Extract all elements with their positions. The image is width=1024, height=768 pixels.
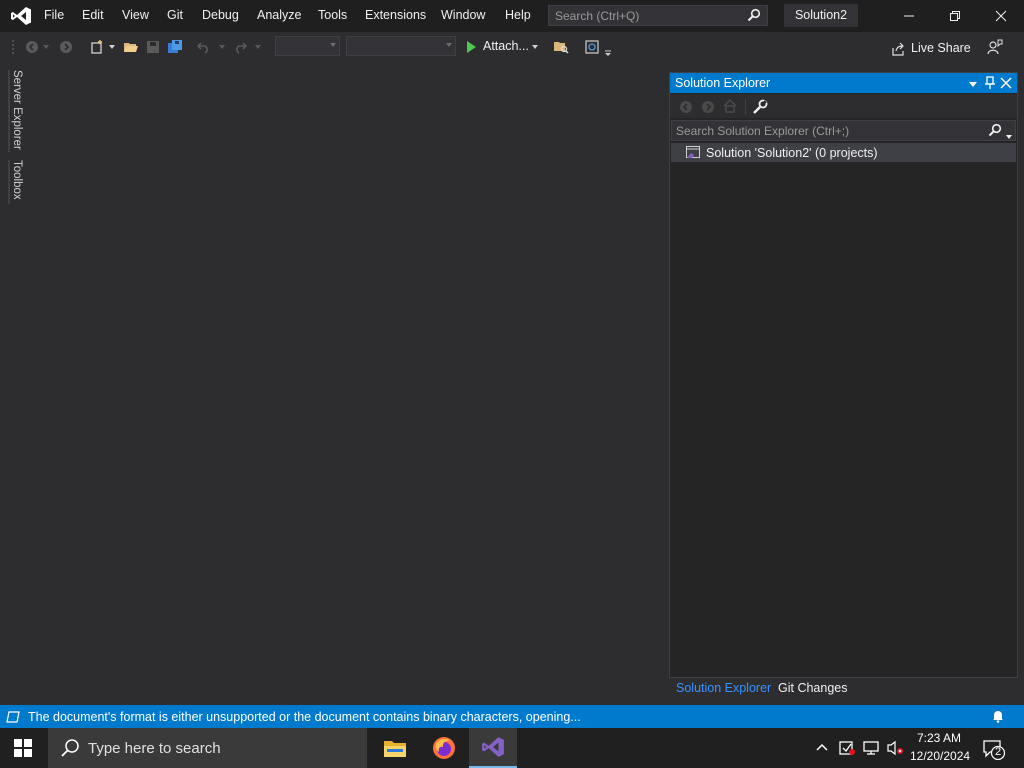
solution-name-badge: Solution2 [784,4,858,27]
file-explorer-icon[interactable] [371,728,419,768]
attach-button[interactable]: Attach... [483,39,529,53]
minimize-icon [904,15,914,17]
se-search-options-icon[interactable] [1006,128,1014,139]
network-icon[interactable] [862,740,880,756]
redo-icon[interactable] [232,38,248,56]
firefox-icon[interactable] [420,728,468,768]
minimize-button[interactable] [886,0,932,32]
open-file-icon[interactable] [122,38,140,56]
solution-explorer-search-input[interactable]: Search Solution Explorer (Ctrl+;) [671,120,1016,141]
save-icon[interactable] [145,38,161,56]
menu-help[interactable]: Help [505,8,531,22]
solution-file-icon [685,145,701,159]
restore-button[interactable] [932,0,978,32]
navigate-forward-icon[interactable] [58,38,74,56]
live-share-button[interactable]: Live Share [911,41,971,55]
panel-close-icon[interactable] [1000,77,1012,89]
menu-debug[interactable]: Debug [202,8,239,22]
close-icon [995,10,1007,22]
menu-edit[interactable]: Edit [82,8,104,22]
editor-area[interactable] [24,62,668,704]
live-share-icon[interactable] [890,40,906,58]
find-in-files-icon[interactable] [552,38,570,56]
se-toolbar-separator [745,99,746,115]
menu-window[interactable]: Window [441,8,485,22]
taskbar-search-icon [60,738,80,758]
show-hidden-icons-chevron-icon[interactable] [815,741,829,755]
configuration-select[interactable] [275,36,340,56]
taskbar-search-placeholder: Type here to search [88,740,221,757]
close-button[interactable] [978,0,1024,32]
screenshot-capture-icon[interactable] [584,38,600,56]
notification-count-badge: 2 [994,746,1002,758]
menu-analyze[interactable]: Analyze [257,8,301,22]
toolbar-grip-icon[interactable] [10,38,16,56]
se-back-icon[interactable] [679,100,693,114]
tray-app-icon[interactable] [838,739,856,757]
search-icon [747,8,761,25]
platform-select[interactable] [346,36,456,56]
back-dropdown-icon[interactable] [42,38,50,56]
se-home-icon[interactable] [723,98,737,113]
save-all-icon[interactable] [166,38,184,56]
taskbar-clock-date[interactable]: 12/20/2024 [910,749,970,763]
chevron-down-icon [330,43,336,47]
search-placeholder: Search (Ctrl+Q) [555,9,640,23]
status-ready-icon [6,710,20,724]
feedback-person-icon[interactable] [986,38,1004,56]
menu-view[interactable]: View [122,8,149,22]
toolbox-tab[interactable]: Toolbox [8,160,23,204]
search-input[interactable]: Search (Ctrl+Q) [548,5,768,26]
undo-dropdown-icon[interactable] [218,38,226,56]
start-play-icon[interactable] [464,38,478,56]
volume-muted-icon[interactable] [886,740,904,756]
notifications-bell-icon[interactable] [991,709,1005,723]
tree-item-solution-label: Solution 'Solution2' (0 projects) [706,146,878,160]
windows-start-icon[interactable] [14,739,32,757]
menu-tools[interactable]: Tools [318,8,347,22]
solution-explorer-title: Solution Explorer [675,76,771,90]
tab-git-changes[interactable]: Git Changes [778,681,847,695]
new-project-icon[interactable] [88,38,106,56]
restore-icon [950,11,960,21]
redo-dropdown-icon[interactable] [254,38,262,56]
undo-icon[interactable] [196,38,212,56]
menu-extensions[interactable]: Extensions [365,8,426,22]
se-search-placeholder: Search Solution Explorer (Ctrl+;) [676,124,850,138]
panel-options-dropdown-icon[interactable] [968,78,978,88]
se-forward-icon[interactable] [701,100,715,114]
menu-git[interactable]: Git [167,8,183,22]
menu-file[interactable]: File [44,8,64,22]
se-search-icon[interactable] [988,123,1002,137]
visual-studio-taskbar-icon[interactable] [469,728,517,768]
solution-explorer-panel [669,72,1018,678]
toolbar-overflow-icon[interactable] [604,44,612,62]
navigate-back-icon[interactable] [24,38,40,56]
server-explorer-tab[interactable]: Server Explorer [8,70,23,152]
visual-studio-logo-icon[interactable] [10,6,32,26]
properties-wrench-icon[interactable] [752,99,768,115]
taskbar-clock-time[interactable]: 7:23 AM [917,731,961,745]
tab-solution-explorer[interactable]: Solution Explorer [676,681,771,695]
new-project-dropdown-icon[interactable] [108,38,116,56]
status-message: The document's format is either unsuppor… [28,710,581,724]
attach-dropdown-icon[interactable] [531,38,539,56]
chevron-down-icon [446,43,452,47]
pin-icon[interactable] [984,76,996,90]
left-tool-strip [0,62,24,704]
